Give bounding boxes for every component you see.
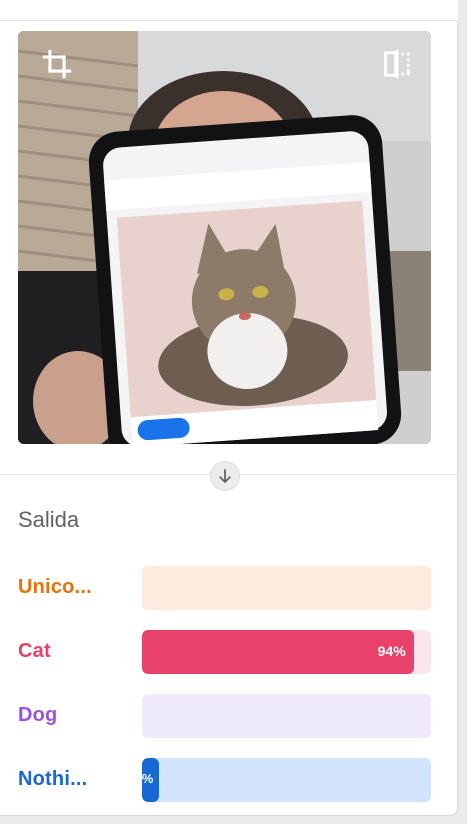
webcam-preview [18,31,431,444]
output-class-row: Nothi...% [0,758,458,804]
arrow-down-icon [219,469,231,484]
confidence-bar-track: % [142,758,431,802]
confidence-bar-track: 94% [142,630,431,674]
webcam-image [18,31,431,444]
confidence-bar-track [142,566,431,610]
class-label: Dog [18,704,58,726]
flow-arrow [210,461,240,491]
confidence-bar-fill: 94% [142,630,414,674]
output-class-row: Dog [0,694,458,740]
class-label: Unico... [18,576,92,598]
panel-top-edge [0,0,458,21]
crop-icon [42,49,72,79]
flip-button[interactable] [378,45,416,83]
confidence-percent: 94% [377,643,406,659]
crop-button[interactable] [38,45,76,83]
output-class-row: Unico... [0,566,458,612]
confidence-bar-fill: % [142,758,160,802]
class-label: Nothi... [18,768,88,790]
confidence-bar-track [142,694,431,738]
output-title: Salida [18,507,80,532]
class-label: Cat [18,640,51,662]
model-preview-panel: Salida Unico... Cat 94% Dog Nothi...% [0,0,458,816]
confidence-percent: % [142,771,154,786]
flip-icon [384,49,410,79]
output-class-row: Cat 94% [0,630,458,676]
